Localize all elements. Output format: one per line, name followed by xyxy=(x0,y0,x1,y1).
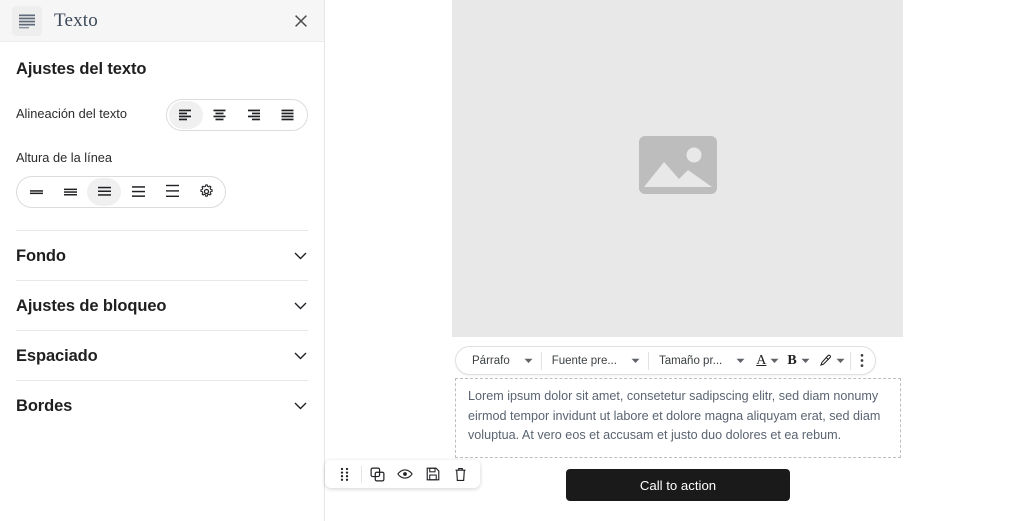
page-title: Ajustes del texto xyxy=(16,60,147,78)
field-line-height: Altura de la línea xyxy=(16,149,308,208)
bold-button[interactable]: B xyxy=(782,347,812,374)
app-root: Texto Ajustes del texto Alineación del t… xyxy=(0,0,1024,521)
block-toolbar xyxy=(325,460,480,488)
toolbar-divider xyxy=(540,351,542,370)
line-height-2-icon[interactable] xyxy=(53,178,87,206)
more-vertical-icon xyxy=(860,353,864,368)
caret-down-icon xyxy=(736,358,745,364)
accordion-espaciado[interactable]: Espaciado xyxy=(16,331,308,380)
line-height-5-icon[interactable] xyxy=(155,178,189,206)
text-color-button[interactable]: A xyxy=(751,347,782,374)
save-icon[interactable] xyxy=(419,462,447,486)
caret-down-icon xyxy=(631,358,640,364)
toolbar-divider xyxy=(360,465,362,483)
line-height-button-group xyxy=(16,175,226,208)
accordion-label-bordes: Bordes xyxy=(16,396,73,415)
align-center-icon[interactable] xyxy=(203,101,237,129)
accordion-bordes[interactable]: Bordes xyxy=(16,381,308,430)
align-justify-icon[interactable] xyxy=(271,101,305,129)
text-block-content: Lorem ipsum dolor sit amet, consetetur s… xyxy=(468,389,881,443)
line-height-1-icon[interactable] xyxy=(19,178,53,206)
call-to-action-bar[interactable]: Call to action xyxy=(566,469,790,501)
highlight-button[interactable] xyxy=(813,347,848,374)
canvas-area: Párrafo Fuente pre... Tamaño pr... A B L… xyxy=(325,0,1024,521)
toolbar-divider xyxy=(849,351,851,370)
trash-icon[interactable] xyxy=(446,462,474,486)
field-label-alignment: Alineación del texto xyxy=(16,106,127,121)
chevron-down-icon xyxy=(292,348,308,364)
panel-title: Texto xyxy=(54,9,98,31)
toolbar-divider xyxy=(647,351,649,370)
font-family-select[interactable]: Fuente pre... xyxy=(544,347,646,374)
duplicate-icon[interactable] xyxy=(364,462,392,486)
align-left-icon[interactable] xyxy=(169,101,203,129)
eye-icon[interactable] xyxy=(391,462,419,486)
accordion-label-ajustes-de-bloqueo: Ajustes de bloqueo xyxy=(16,296,167,315)
chevron-down-icon xyxy=(292,398,308,414)
caret-down-icon xyxy=(801,358,810,364)
more-options-button[interactable] xyxy=(853,347,871,374)
align-right-icon[interactable] xyxy=(237,101,271,129)
line-height-4-icon[interactable] xyxy=(121,178,155,206)
caret-down-icon xyxy=(770,358,779,364)
accordion-label-espaciado: Espaciado xyxy=(16,346,98,365)
call-to-action-label: Call to action xyxy=(639,477,717,493)
chevron-down-icon xyxy=(292,298,308,314)
font-family-value: Fuente pre... xyxy=(551,354,617,367)
panel-header: Texto xyxy=(0,0,324,42)
font-size-value: Tamaño pr... xyxy=(658,354,723,367)
image-placeholder-icon xyxy=(638,135,718,195)
field-text-alignment: Alineación del texto xyxy=(16,99,308,131)
text-editor-toolbar: Párrafo Fuente pre... Tamaño pr... A B xyxy=(455,346,876,375)
paragraph-style-value: Párrafo xyxy=(472,354,510,367)
panel-body: Ajustes del texto Alineación del texto A… xyxy=(0,60,324,430)
text-lines-icon xyxy=(12,5,42,36)
caret-down-icon xyxy=(524,358,533,364)
image-placeholder-block[interactable] xyxy=(452,0,903,337)
close-icon[interactable] xyxy=(290,10,312,32)
settings-gear-icon[interactable] xyxy=(189,178,223,206)
caret-down-icon xyxy=(836,358,845,364)
field-label-line-height: Altura de la línea xyxy=(16,150,113,165)
accordion-label-fondo: Fondo xyxy=(16,246,66,265)
line-height-3-icon[interactable] xyxy=(87,177,121,206)
settings-sidebar: Texto Ajustes del texto Alineación del t… xyxy=(0,0,325,521)
bold-glyph: B xyxy=(787,352,797,368)
alignment-button-group xyxy=(166,99,308,131)
font-size-select[interactable]: Tamaño pr... xyxy=(651,347,751,374)
text-block[interactable]: Lorem ipsum dolor sit amet, consetetur s… xyxy=(455,378,901,458)
accordion-fondo[interactable]: Fondo xyxy=(16,231,308,280)
text-color-glyph: A xyxy=(756,352,767,368)
highlighter-pen-icon xyxy=(818,354,832,368)
drag-handle-icon[interactable] xyxy=(331,462,359,486)
chevron-down-icon xyxy=(292,248,308,264)
paragraph-style-select[interactable]: Párrafo xyxy=(464,347,539,374)
accordion-ajustes-de-bloqueo[interactable]: Ajustes de bloqueo xyxy=(16,281,308,330)
